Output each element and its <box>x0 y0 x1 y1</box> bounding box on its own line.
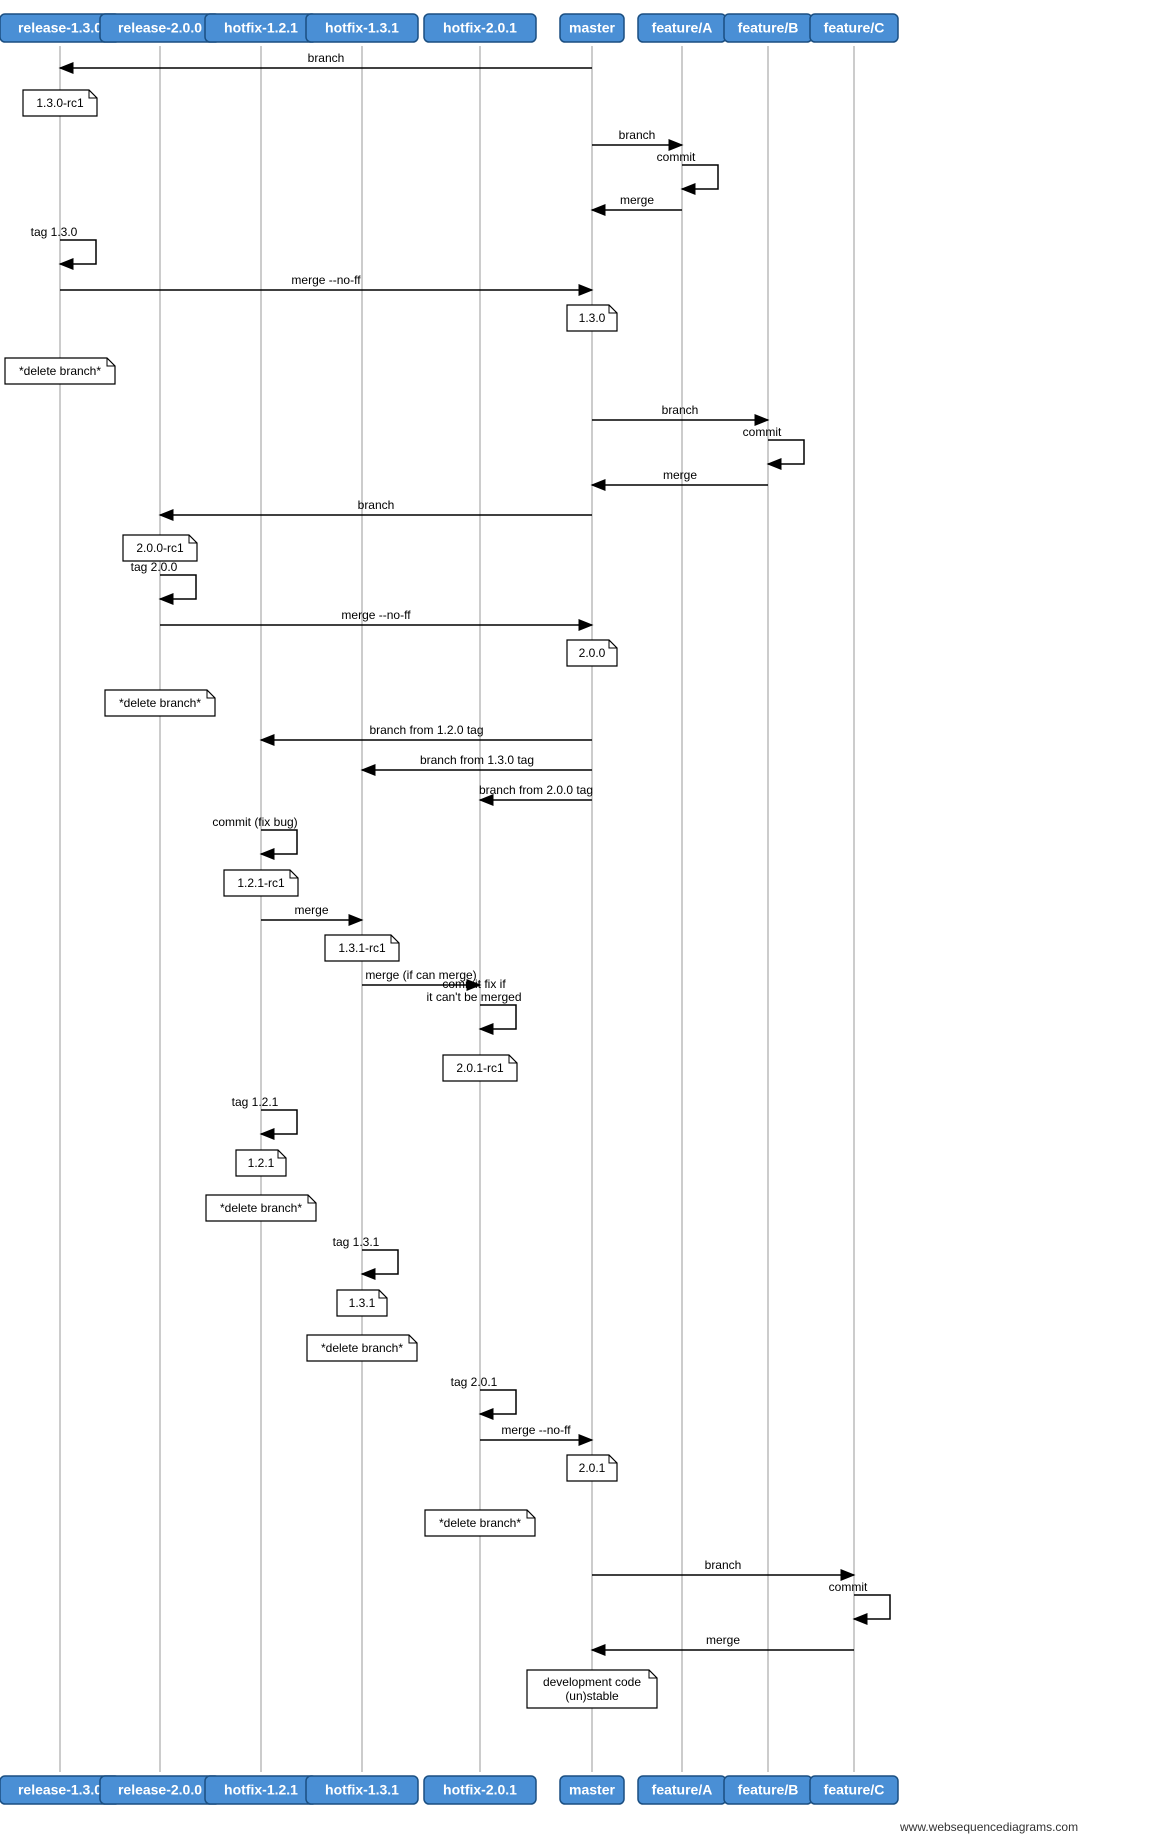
self-message <box>60 240 96 264</box>
self-message-label: tag 2.0.0 <box>131 560 178 574</box>
message-label: branch <box>705 1558 742 1572</box>
self-message-label: tag 1.2.1 <box>232 1095 279 1109</box>
self-message <box>682 165 718 189</box>
svg-text:2.0.1-rc1: 2.0.1-rc1 <box>456 1061 504 1075</box>
self-message <box>362 1250 398 1274</box>
svg-text:*delete branch*: *delete branch* <box>321 1341 403 1355</box>
self-message <box>480 1005 516 1029</box>
svg-text:1.3.1: 1.3.1 <box>349 1296 376 1310</box>
participant-label-featA: feature/A <box>652 1782 713 1798</box>
svg-text:development code: development code <box>543 1675 641 1689</box>
participant-label-hot121: hotfix-1.2.1 <box>224 1782 298 1798</box>
participant-label-featB: feature/B <box>738 20 799 36</box>
participant-label-featA: feature/A <box>652 20 713 36</box>
participant-label-hot201: hotfix-2.0.1 <box>443 1782 517 1798</box>
self-message-label: commit fix if <box>442 977 506 991</box>
sequence-diagram: release-1.3.0 release-2.0.0 hotfix-1.2.1 ho… <box>0 0 1163 1846</box>
message-label: branch from 1.2.0 tag <box>369 723 483 737</box>
message-label: merge <box>706 1633 740 1647</box>
participant-label-hot131: hotfix-1.3.1 <box>325 20 399 36</box>
svg-text:*delete branch*: *delete branch* <box>220 1201 302 1215</box>
footer-credit: www.websequencediagrams.com <box>900 1820 1078 1834</box>
message-label: merge <box>620 193 654 207</box>
self-message-label: it can't be merged <box>426 990 521 1004</box>
participant-label-rel200: release-2.0.0 <box>118 20 202 36</box>
message-label: merge --no-ff <box>291 273 361 287</box>
svg-text:1.3.0: 1.3.0 <box>579 311 606 325</box>
self-message-label: tag 1.3.1 <box>333 1235 380 1249</box>
participant-label-featC: feature/C <box>824 20 885 36</box>
self-message-label: commit (fix bug) <box>212 815 297 829</box>
participant-label-master: master <box>569 1782 615 1798</box>
message-label: branch <box>619 128 656 142</box>
self-message <box>160 575 196 599</box>
svg-text:*delete branch*: *delete branch* <box>19 364 101 378</box>
participant-label-rel200: release-2.0.0 <box>118 1782 202 1798</box>
message-label: branch from 1.3.0 tag <box>420 753 534 767</box>
message-label: merge --no-ff <box>341 608 411 622</box>
message-label: merge <box>663 468 697 482</box>
participant-label-featB: feature/B <box>738 1782 799 1798</box>
message-label: merge <box>294 903 328 917</box>
self-message <box>261 830 297 854</box>
message-label: branch <box>308 51 345 65</box>
participant-label-master: master <box>569 20 615 36</box>
svg-text:1.3.1-rc1: 1.3.1-rc1 <box>338 941 386 955</box>
svg-text:(un)stable: (un)stable <box>565 1689 619 1703</box>
participant-label-hot131: hotfix-1.3.1 <box>325 1782 399 1798</box>
svg-text:1.2.1: 1.2.1 <box>248 1156 275 1170</box>
participant-label-rel130: release-1.3.0 <box>18 20 102 36</box>
self-message-label: commit <box>657 150 696 164</box>
svg-text:2.0.0-rc1: 2.0.0-rc1 <box>136 541 184 555</box>
self-message-label: commit <box>829 1580 868 1594</box>
svg-text:*delete branch*: *delete branch* <box>439 1516 521 1530</box>
svg-text:2.0.0: 2.0.0 <box>579 646 606 660</box>
self-message-label: commit <box>743 425 782 439</box>
svg-text:1.2.1-rc1: 1.2.1-rc1 <box>237 876 285 890</box>
message-label: merge --no-ff <box>501 1423 571 1437</box>
message-label: branch <box>662 403 699 417</box>
svg-text:*delete branch*: *delete branch* <box>119 696 201 710</box>
self-message-label: tag 2.0.1 <box>451 1375 498 1389</box>
participant-label-hot201: hotfix-2.0.1 <box>443 20 517 36</box>
self-message <box>768 440 804 464</box>
svg-text:2.0.1: 2.0.1 <box>579 1461 606 1475</box>
self-message <box>854 1595 890 1619</box>
participant-label-featC: feature/C <box>824 1782 885 1798</box>
self-message-label: tag 1.3.0 <box>31 225 78 239</box>
self-message <box>261 1110 297 1134</box>
message-label: branch <box>358 498 395 512</box>
svg-text:1.3.0-rc1: 1.3.0-rc1 <box>36 96 84 110</box>
participant-label-rel130: release-1.3.0 <box>18 1782 102 1798</box>
participant-label-hot121: hotfix-1.2.1 <box>224 20 298 36</box>
message-label: branch from 2.0.0 tag <box>479 783 593 797</box>
self-message <box>480 1390 516 1414</box>
